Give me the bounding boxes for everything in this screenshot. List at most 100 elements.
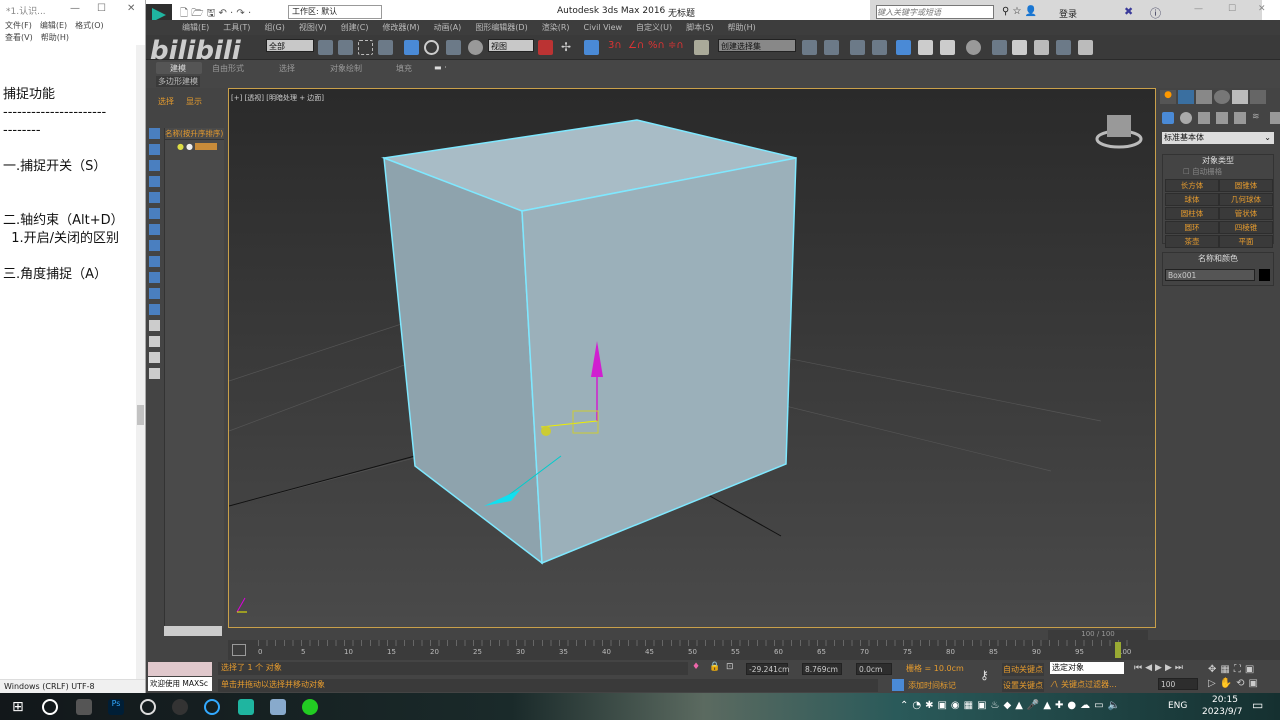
menu-item[interactable]: Civil View: [584, 23, 623, 32]
render-iterative-icon[interactable]: [1056, 40, 1071, 55]
utilities-tab-icon[interactable]: [1250, 90, 1266, 104]
align-icon[interactable]: [824, 40, 839, 55]
z-coord-field[interactable]: 0.0cm: [856, 663, 892, 675]
photoshop-icon[interactable]: Ps: [108, 699, 124, 715]
shapes-icon[interactable]: [1180, 112, 1192, 124]
menu-item[interactable]: 编辑(E): [182, 22, 209, 33]
login-button[interactable]: 登录: [1059, 7, 1077, 20]
render-setup-icon[interactable]: [992, 40, 1007, 55]
layer-explorer-icon[interactable]: [850, 40, 865, 55]
add-time-tag[interactable]: 添加时间标记: [908, 680, 956, 691]
menu-item[interactable]: 组(G): [264, 22, 284, 33]
selection-filter-dropdown[interactable]: 全部: [266, 39, 314, 52]
filter-icon[interactable]: [149, 240, 160, 251]
render-activeshade-icon[interactable]: [1078, 40, 1093, 55]
autogrid-checkbox[interactable]: ☐ 自动栅格: [1163, 166, 1273, 177]
select-object-icon[interactable]: [318, 40, 333, 55]
geometry-icon[interactable]: [1162, 112, 1174, 124]
qq-icon[interactable]: [204, 699, 220, 715]
rect-selection-icon[interactable]: [358, 40, 373, 55]
manipulate-icon[interactable]: ✢: [561, 40, 576, 55]
exchange-icon[interactable]: ✖: [1124, 5, 1133, 18]
start-icon[interactable]: ⊞: [12, 699, 28, 715]
explorer-hscrollbar[interactable]: [164, 626, 222, 636]
lock-selection-icon[interactable]: 🔒: [709, 662, 720, 672]
workspace-dropdown[interactable]: 工作区: 默认: [288, 5, 382, 19]
angle-snap-icon[interactable]: ∠∩: [628, 40, 644, 55]
minimize-button[interactable]: —: [70, 3, 80, 14]
helpers-icon[interactable]: [1234, 112, 1246, 124]
notepad-text[interactable]: 捕捉功能 ---------------------- -------- 一.捕捉开…: [3, 86, 124, 284]
pivot-icon[interactable]: [538, 40, 553, 55]
notification-icon[interactable]: ▭: [1252, 698, 1263, 712]
render-icon[interactable]: ●: [186, 142, 193, 151]
x-coord-field[interactable]: -29.241cm: [746, 663, 789, 675]
schematic-view-icon[interactable]: [940, 40, 955, 55]
playback-controls[interactable]: ⏮◀▶▶⏭: [1134, 663, 1186, 673]
vertical-scrollbar[interactable]: [136, 45, 145, 679]
select-move-icon[interactable]: [404, 40, 419, 55]
pyramid-button[interactable]: 四棱锥: [1219, 221, 1273, 234]
set-key-button[interactable]: 设置关键点: [1002, 679, 1044, 692]
light-bulb-icon[interactable]: ●: [177, 142, 184, 151]
clock-date[interactable]: 2023/9/7: [1202, 707, 1242, 717]
perspective-viewport[interactable]: [+] [透视] [明暗处理 + 边面]: [228, 88, 1156, 628]
mirror-icon[interactable]: [802, 40, 817, 55]
object-name-field[interactable]: Box001: [1165, 269, 1255, 281]
filter-icon[interactable]: [149, 288, 160, 299]
help-icon[interactable]: ⓘ: [1150, 5, 1161, 21]
rollout-object-type[interactable]: 对象类型: [1163, 155, 1273, 166]
close-button[interactable]: ✕: [127, 3, 135, 14]
create-tab-icon[interactable]: ●: [1160, 90, 1176, 104]
box-button[interactable]: 长方体: [1165, 179, 1219, 192]
filter-icon[interactable]: [149, 368, 160, 379]
explorer-tab-select[interactable]: 选择: [158, 96, 174, 107]
filter-icon[interactable]: [149, 208, 160, 219]
cone-button[interactable]: 圆锥体: [1219, 179, 1273, 192]
menu-item[interactable]: 帮助(H): [727, 22, 755, 33]
edit-named-sets-icon[interactable]: [694, 40, 709, 55]
maximize-button[interactable]: ☐: [97, 3, 106, 14]
menu-item[interactable]: 工具(T): [223, 22, 250, 33]
filter-icon[interactable]: [149, 192, 160, 203]
menu-file[interactable]: 文件(F): [5, 21, 32, 30]
filter-icon[interactable]: [149, 144, 160, 155]
timeline[interactable]: 100 / 100 0 5 10 15 20 25 30 35 40 45 50 55 60 65 70 75…: [228, 630, 1280, 660]
sphere-button[interactable]: 球体: [1165, 193, 1219, 206]
rollout-name-color[interactable]: 名称和颜色: [1163, 253, 1273, 264]
notepad-icon[interactable]: [270, 699, 286, 715]
object-name[interactable]: Box001: [194, 143, 217, 150]
tube-button[interactable]: 管状体: [1219, 207, 1273, 220]
close-button[interactable]: ✕: [1258, 4, 1266, 14]
menu-item[interactable]: 修改器(M): [382, 22, 419, 33]
select-scale-icon[interactable]: [446, 40, 461, 55]
lights-icon[interactable]: [1198, 112, 1210, 124]
geosphere-button[interactable]: 几何球体: [1219, 193, 1273, 206]
ribbon-toggle-icon[interactable]: [872, 40, 887, 55]
menu-view[interactable]: 查看(V): [5, 33, 33, 42]
hierarchy-tab-icon[interactable]: [1196, 90, 1212, 104]
minimize-button[interactable]: —: [1194, 4, 1203, 14]
filter-icon[interactable]: [149, 336, 160, 347]
menu-item[interactable]: 视图(V): [299, 22, 327, 33]
polygon-modeling-panel[interactable]: 多边形建模: [156, 76, 200, 87]
3dsmax-icon[interactable]: [238, 699, 254, 715]
modify-tab-icon[interactable]: [1178, 90, 1194, 104]
rendered-frame-icon[interactable]: [1012, 40, 1027, 55]
menu-item[interactable]: 渲染(R): [542, 22, 570, 33]
cylinder-button[interactable]: 圆柱体: [1165, 207, 1219, 220]
filter-icon[interactable]: [149, 176, 160, 187]
ref-coord-dropdown[interactable]: 视图: [488, 39, 534, 52]
menu-format[interactable]: 格式(O): [75, 21, 104, 30]
menu-item[interactable]: 创建(C): [341, 22, 369, 33]
spacewarps-icon[interactable]: ≋: [1252, 112, 1264, 124]
key-icon[interactable]: ⚷: [980, 668, 989, 682]
ribbon-options-icon[interactable]: ▬ ·: [434, 63, 447, 72]
mini-curve-editor-icon[interactable]: [232, 644, 246, 656]
percent-snap-icon[interactable]: %∩: [648, 40, 665, 55]
search-input[interactable]: [876, 5, 994, 19]
menu-item[interactable]: 脚本(S): [686, 22, 713, 33]
render-production-icon[interactable]: [1034, 40, 1049, 55]
absolute-mode-icon[interactable]: ⊡: [726, 662, 734, 672]
tab-selection[interactable]: 选择: [279, 63, 295, 74]
